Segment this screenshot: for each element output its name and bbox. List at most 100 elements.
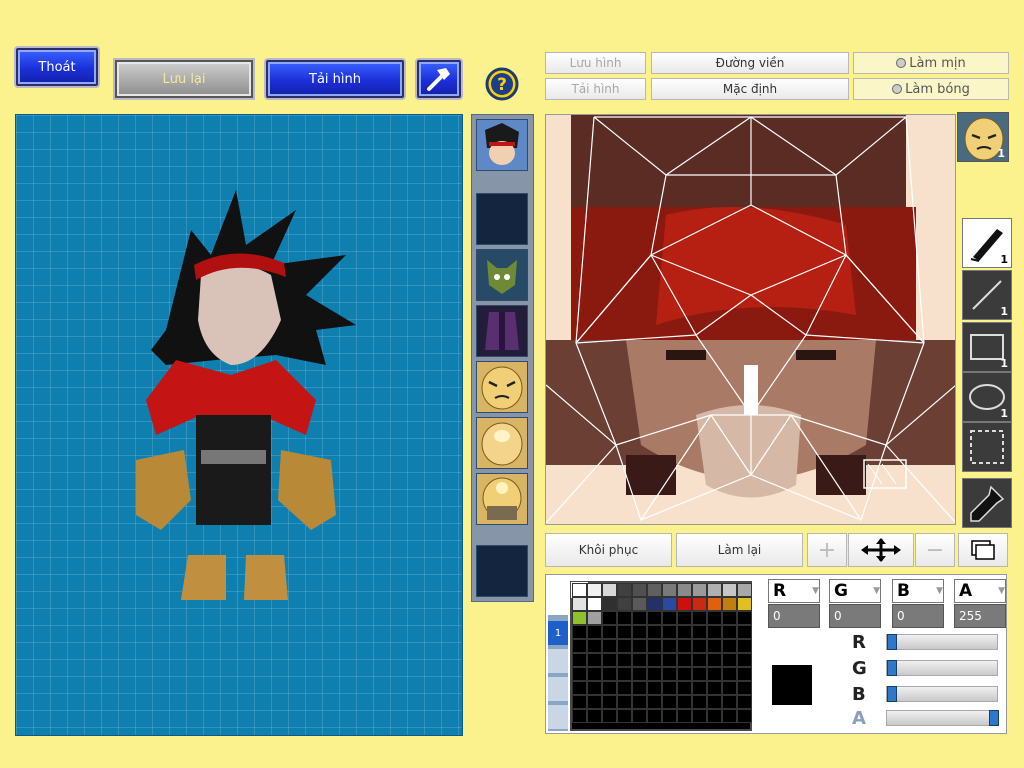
reload-button[interactable]: Tải hình — [266, 60, 404, 98]
green-slider[interactable] — [886, 660, 998, 676]
palette-swatch[interactable] — [662, 625, 677, 639]
palette-swatch[interactable] — [707, 653, 722, 667]
palette-swatch[interactable] — [647, 667, 662, 681]
palette-swatch[interactable] — [617, 597, 632, 611]
palette-swatch[interactable] — [602, 611, 617, 625]
palette-swatch[interactable] — [617, 611, 632, 625]
palette-swatch[interactable] — [662, 597, 677, 611]
palette-swatch[interactable] — [662, 639, 677, 653]
green-slider-knob[interactable] — [887, 660, 897, 676]
palette-swatch[interactable] — [572, 611, 587, 625]
palette-swatch[interactable] — [707, 681, 722, 695]
line-tool[interactable]: 1 — [962, 270, 1012, 320]
shade-option[interactable]: Làm bóng — [853, 78, 1009, 100]
palette-swatch[interactable] — [647, 653, 662, 667]
red-slider[interactable] — [886, 634, 998, 650]
palette-swatch[interactable] — [647, 597, 662, 611]
palette-swatch[interactable] — [587, 653, 602, 667]
palette-swatch[interactable] — [692, 681, 707, 695]
palette-swatch[interactable] — [722, 639, 737, 653]
palette-swatch[interactable] — [647, 639, 662, 653]
palette-swatch[interactable] — [707, 597, 722, 611]
palette-grid[interactable] — [570, 581, 752, 731]
blue-channel-header[interactable]: B ▼ — [892, 579, 944, 603]
palette-swatch[interactable] — [632, 653, 647, 667]
palette-swatch[interactable] — [662, 653, 677, 667]
palette-swatch[interactable] — [722, 681, 737, 695]
palette-swatch[interactable] — [722, 695, 737, 709]
exit-button[interactable]: Thoát — [16, 48, 98, 86]
palette-swatch[interactable] — [571, 582, 588, 598]
part-slot-face-3[interactable] — [476, 473, 528, 525]
palette-swatch[interactable] — [602, 625, 617, 639]
green-channel-header[interactable]: G ▼ — [829, 579, 881, 603]
palette-tab-1[interactable]: 1 — [548, 621, 568, 645]
palette-swatch[interactable] — [617, 625, 632, 639]
palette-swatch[interactable] — [572, 653, 587, 667]
texture-editor-canvas[interactable] — [545, 114, 956, 525]
palette-swatch[interactable] — [587, 597, 602, 611]
palette-swatch[interactable] — [632, 681, 647, 695]
eyedropper-tool[interactable] — [962, 478, 1012, 528]
palette-swatch[interactable] — [632, 611, 647, 625]
palette-swatch[interactable] — [617, 583, 632, 597]
palette-swatch[interactable] — [602, 667, 617, 681]
palette-swatch[interactable] — [662, 695, 677, 709]
palette-tab-4[interactable] — [548, 705, 568, 729]
palette-swatch[interactable] — [602, 681, 617, 695]
palette-swatch[interactable] — [722, 709, 737, 723]
palette-swatch[interactable] — [722, 667, 737, 681]
palette-swatch[interactable] — [722, 653, 737, 667]
palette-swatch[interactable] — [677, 625, 692, 639]
palette-swatch[interactable] — [617, 653, 632, 667]
part-slot-face-2[interactable] — [476, 417, 528, 469]
palette-swatch[interactable] — [647, 681, 662, 695]
palette-swatch[interactable] — [617, 681, 632, 695]
palette-swatch[interactable] — [632, 625, 647, 639]
palette-swatch[interactable] — [737, 709, 752, 723]
palette-swatch[interactable] — [587, 695, 602, 709]
blue-slider-knob[interactable] — [887, 686, 897, 702]
palette-swatch[interactable] — [692, 695, 707, 709]
palette-swatch[interactable] — [662, 681, 677, 695]
palette-swatch[interactable] — [677, 709, 692, 723]
palette-swatch[interactable] — [572, 639, 587, 653]
redo-button[interactable]: Làm lại — [676, 533, 803, 567]
hammer-button[interactable] — [417, 60, 461, 98]
save-button[interactable]: Lưu lại — [115, 60, 253, 98]
palette-swatch[interactable] — [617, 709, 632, 723]
palette-swatch[interactable] — [707, 667, 722, 681]
palette-tab-3[interactable] — [548, 677, 568, 701]
red-slider-knob[interactable] — [887, 634, 897, 650]
part-slot-empty-2[interactable] — [476, 545, 528, 597]
alpha-value-field[interactable]: 255 — [954, 604, 1006, 628]
palette-swatch[interactable] — [587, 611, 602, 625]
green-value-field[interactable]: 0 — [829, 604, 881, 628]
palette-swatch[interactable] — [707, 625, 722, 639]
palette-swatch[interactable] — [587, 667, 602, 681]
palette-swatch[interactable] — [692, 653, 707, 667]
part-slot-robe[interactable] — [476, 305, 528, 357]
alpha-channel-header[interactable]: A ▼ — [954, 579, 1006, 603]
palette-swatch[interactable] — [587, 639, 602, 653]
palette-swatch[interactable] — [692, 611, 707, 625]
palette-swatch[interactable] — [617, 667, 632, 681]
palette-swatch[interactable] — [662, 667, 677, 681]
palette-swatch[interactable] — [617, 639, 632, 653]
palette-swatch[interactable] — [602, 695, 617, 709]
palette-swatch[interactable] — [632, 709, 647, 723]
palette-swatch[interactable] — [632, 695, 647, 709]
layer-button[interactable] — [958, 533, 1008, 567]
palette-swatch[interactable] — [572, 709, 587, 723]
palette-swatch[interactable] — [677, 695, 692, 709]
palette-swatch[interactable] — [722, 611, 737, 625]
palette-swatch[interactable] — [737, 667, 752, 681]
red-value-field[interactable]: 0 — [768, 604, 820, 628]
palette-swatch[interactable] — [737, 653, 752, 667]
palette-swatch[interactable] — [737, 639, 752, 653]
palette-swatch[interactable] — [602, 639, 617, 653]
preview-thumbnail[interactable]: 1 — [957, 112, 1009, 162]
palette-swatch[interactable] — [587, 681, 602, 695]
move-button[interactable] — [848, 533, 914, 567]
part-slot-creature[interactable] — [476, 249, 528, 301]
